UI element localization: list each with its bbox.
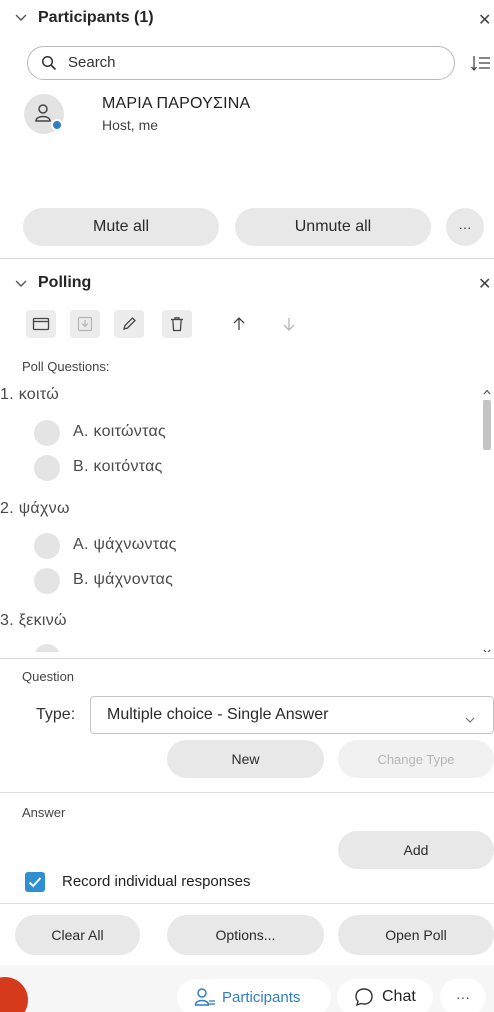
more-options-button[interactable]: ··· (440, 979, 486, 1012)
section-divider (0, 658, 494, 659)
participants-icon (194, 987, 216, 1007)
option-radio[interactable] (34, 568, 60, 594)
question-section-label: Question (22, 669, 75, 684)
scrollbar[interactable] (482, 378, 492, 652)
avatar (24, 94, 64, 134)
more-options-button[interactable]: ··· (446, 208, 484, 246)
delete-icon[interactable] (162, 310, 192, 338)
open-folder-icon[interactable] (26, 310, 56, 338)
question-item[interactable]: 2. ψάχνω (0, 500, 70, 518)
clear-all-button[interactable]: Clear All (15, 915, 140, 955)
type-label: Type: (36, 706, 76, 723)
record-responses-label[interactable]: Record individual responses (62, 873, 250, 890)
option-radio[interactable] (34, 455, 60, 481)
record-responses-checkbox[interactable] (25, 872, 45, 892)
chevron-down-icon (465, 711, 475, 729)
collapse-chevron-icon[interactable] (14, 276, 28, 290)
participants-tab-label: Participants (222, 988, 301, 1006)
section-divider (0, 792, 494, 793)
new-question-button[interactable]: New (167, 740, 324, 778)
participants-tab[interactable]: Participants (177, 979, 331, 1012)
unmute-all-button[interactable]: Unmute all (235, 208, 431, 246)
option-label: B. κοιτόντας (73, 458, 163, 475)
option-label: A. κοιτώντας (73, 423, 167, 440)
poll-questions-list[interactable]: 1. κοιτώ A. κοιτώντας B. κοιτόντας 2. ψά… (0, 378, 494, 652)
poll-questions-label: Poll Questions: (22, 359, 110, 374)
presence-status-icon (51, 119, 63, 131)
red-control-button[interactable] (0, 977, 28, 1012)
search-input[interactable]: Search (27, 46, 455, 80)
chat-tab[interactable]: Chat (337, 979, 433, 1012)
answer-section-label: Answer (22, 805, 66, 820)
edit-icon[interactable] (114, 310, 144, 338)
participant-role: Host, me (102, 117, 159, 133)
chat-tab-label: Chat (382, 988, 416, 1005)
move-up-icon[interactable] (224, 310, 254, 338)
scrollbar-thumb[interactable] (483, 400, 491, 450)
type-select-value: Multiple choice - Single Answer (107, 706, 329, 723)
scroll-down-icon[interactable] (483, 642, 491, 652)
scroll-up-icon[interactable] (483, 382, 491, 400)
close-icon[interactable]: ✕ (478, 274, 491, 294)
participant-name: ΜΑΡΙΑ ΠΑΡΟΥΣΙΝΑ (102, 95, 251, 112)
add-answer-button[interactable]: Add (338, 831, 494, 869)
option-label: A. ψάχνωντας (73, 536, 177, 553)
checkmark-icon (28, 877, 42, 888)
option-radio[interactable] (34, 644, 60, 652)
question-item[interactable]: 3. ξεκινώ (0, 612, 67, 630)
options-button[interactable]: Options... (167, 915, 324, 955)
bottom-bar: Participants Chat ··· (0, 965, 494, 1012)
save-icon[interactable] (70, 310, 100, 338)
search-placeholder: Search (68, 54, 116, 71)
option-label: B. ψάχνοντας (73, 571, 174, 588)
section-divider (0, 903, 494, 904)
chat-icon (354, 987, 374, 1007)
section-divider (0, 258, 494, 259)
open-poll-button[interactable]: Open Poll (338, 915, 494, 955)
type-select[interactable]: Multiple choice - Single Answer (90, 696, 494, 734)
option-radio[interactable] (34, 533, 60, 559)
polling-title: Polling (38, 274, 92, 291)
participants-title: Participants (1) (38, 9, 154, 26)
close-icon[interactable]: ✕ (478, 10, 491, 30)
mute-all-button[interactable]: Mute all (23, 208, 219, 246)
question-item[interactable]: 1. κοιτώ (0, 386, 59, 404)
collapse-chevron-icon[interactable] (14, 10, 28, 24)
search-icon (41, 55, 57, 76)
option-radio[interactable] (34, 420, 60, 446)
sort-icon[interactable] (471, 54, 491, 77)
move-down-icon[interactable] (274, 310, 304, 338)
change-type-button[interactable]: Change Type (338, 740, 494, 778)
